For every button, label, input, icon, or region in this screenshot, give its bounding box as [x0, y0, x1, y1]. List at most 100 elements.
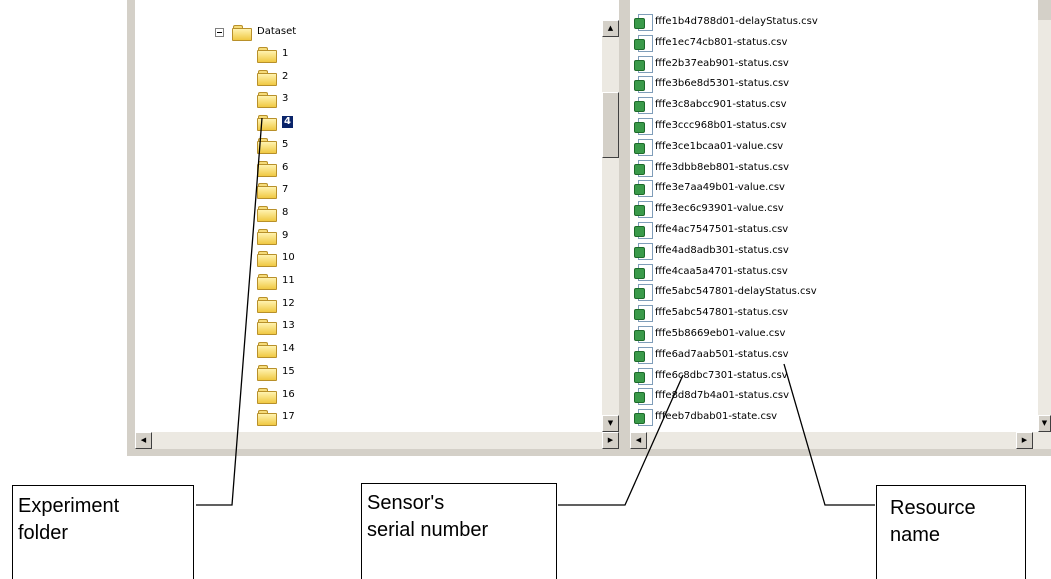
tree-item-folder[interactable]: 7 — [257, 180, 288, 200]
tree-item-folder[interactable]: 6 — [257, 158, 288, 178]
file-list-item[interactable]: fffe3ec6c93901-value.csv — [634, 200, 784, 219]
folder-icon — [257, 274, 277, 290]
file-name: fffe4caa5a4701-status.csv — [655, 265, 788, 277]
csv-file-icon — [634, 305, 653, 323]
tree-item-label: 6 — [282, 161, 289, 173]
csv-file-icon — [634, 138, 653, 156]
file-list-item[interactable]: fffe2b37eab901-status.csv — [634, 55, 789, 73]
tree-item-label: 12 — [282, 297, 295, 309]
file-list-item[interactable]: fffe3dbb8eb801-status.csv — [634, 159, 789, 177]
file-name: fffe4ad8adb301-status.csv — [655, 244, 789, 256]
tree-item-folder[interactable]: 8 — [257, 203, 288, 223]
scroll-down-button[interactable]: ▼ — [1038, 415, 1051, 432]
file-name: fffe6ad7aab501-status.csv — [655, 348, 789, 360]
tree-item-label: 2 — [282, 70, 289, 82]
file-list-item[interactable]: fffe1b4d788d01-delayStatus.csv — [634, 13, 818, 31]
file-name: fffe6c8dbc7301-status.csv — [655, 369, 788, 381]
callout-experiment-folder-text: Experiment folder — [18, 495, 120, 544]
tree-item-folder[interactable]: 5 — [257, 135, 288, 155]
csv-file-icon — [634, 14, 653, 31]
tree-item-folder[interactable]: 9 — [257, 226, 288, 246]
scroll-right-button[interactable]: ▶ — [602, 432, 619, 449]
file-name: fffe3ce1bcaa01-value.csv — [655, 140, 784, 152]
file-name: fffe3ccc968b01-status.csv — [655, 120, 787, 131]
folder-icon — [257, 251, 277, 268]
file-name: fffe5b8669eb01-value.csv — [655, 328, 786, 339]
file-list-item[interactable]: fffe3e7aa49b01-value.csv — [634, 179, 785, 198]
csv-file-icon — [634, 118, 653, 135]
file-list-pane: fffe1b4d788d01-delayStatus.csv fffe1ec74c… — [630, 0, 1038, 432]
file-list-item[interactable]: fffe3ce1bcaa01-value.csv — [634, 138, 783, 156]
file-list-item[interactable]: fffe3b6e8d5301-status.csv — [634, 75, 789, 94]
folder-icon — [257, 47, 277, 63]
tree-item-folder[interactable]: 4 — [257, 112, 293, 132]
scroll-left-button[interactable]: ◀ — [135, 432, 152, 449]
file-list-item[interactable]: fffe4ad8adb301-status.csv — [634, 242, 789, 260]
tree-item-folder[interactable]: 16 — [257, 385, 295, 405]
collapse-minus-icon[interactable] — [215, 27, 224, 37]
csv-file-icon — [634, 263, 653, 281]
tree-item-folder[interactable]: 17 — [257, 407, 295, 427]
file-list-item[interactable]: fffe5abc547801-status.csv — [634, 304, 789, 323]
scroll-down-button[interactable]: ▼ — [602, 415, 619, 432]
csv-file-icon — [634, 201, 653, 219]
tree-item-folder[interactable]: 3 — [257, 89, 288, 109]
csv-file-icon — [634, 180, 653, 198]
tree-item-label: 15 — [282, 365, 295, 377]
folder-icon — [257, 69, 277, 86]
tree-item-folder[interactable]: 12 — [257, 294, 295, 314]
tree-item-folder[interactable]: 15 — [257, 362, 295, 382]
file-name: fffe4ac7547501-status.csv — [655, 224, 789, 235]
tree-item-dataset[interactable]: Dataset — [215, 22, 296, 42]
folder-icon — [257, 296, 277, 313]
file-name: fffe3ec6c93901-value.csv — [655, 203, 784, 215]
tree-item-label: 10 — [282, 252, 295, 264]
tree-item-label: 9 — [282, 229, 289, 241]
scroll-up-button[interactable]: ▲ — [602, 20, 619, 37]
folder-icon — [257, 160, 277, 177]
folder-icon — [232, 25, 252, 41]
file-name: fffe2b37eab901-status.csv — [655, 57, 789, 69]
file-list-item[interactable]: fffe3c8abcc901-status.csv — [634, 96, 786, 115]
file-list-item[interactable]: fffe5abc547801-delayStatus.csv — [634, 283, 817, 302]
tree-item-label: 11 — [282, 275, 295, 286]
file-list-item[interactable]: fffe6ad7aab501-status.csv — [634, 346, 789, 364]
scroll-right-button[interactable]: ▶ — [1016, 432, 1033, 449]
csv-file-icon — [634, 388, 653, 406]
csv-file-icon — [634, 284, 653, 302]
csv-file-icon — [634, 55, 653, 73]
file-list-item[interactable]: fffe3ccc968b01-status.csv — [634, 117, 787, 135]
file-list-item[interactable]: fffe8d8d7b4a01-status.csv — [634, 387, 789, 406]
tree-item-label: 16 — [282, 388, 295, 400]
csv-file-icon — [634, 34, 653, 52]
files-horizontal-scrollbar[interactable]: ◀ ▶ — [630, 432, 1051, 449]
tree-item-label: 5 — [282, 138, 289, 150]
tree-item-label: 1 — [282, 48, 289, 59]
tree-item-folder[interactable]: 11 — [257, 271, 295, 291]
file-list-item[interactable]: fffe4caa5a4701-status.csv — [634, 263, 788, 281]
tree-vertical-scrollbar[interactable]: ▲ ▼ — [602, 20, 619, 432]
csv-file-icon — [634, 367, 653, 385]
tree-item-label: 4 — [282, 116, 293, 129]
file-name: fffe3dbb8eb801-status.csv — [655, 161, 790, 173]
file-list-item[interactable]: fffe5b8669eb01-value.csv — [634, 325, 785, 343]
file-list-item[interactable]: fffe4ac7547501-status.csv — [634, 221, 788, 239]
file-name: fffe5abc547801-status.csv — [655, 307, 789, 319]
csv-file-icon — [634, 97, 653, 115]
csv-file-icon — [634, 242, 653, 260]
file-list-item[interactable]: fffe1ec74cb801-status.csv — [634, 34, 787, 52]
tree-item-folder[interactable]: 1 — [257, 44, 288, 64]
tree-item-folder[interactable]: 10 — [257, 248, 295, 268]
tree-horizontal-scrollbar[interactable]: ◀ ▶ — [135, 432, 619, 449]
file-list-item[interactable]: fffeeb7dbab01-state.csv — [634, 408, 777, 427]
scroll-left-button[interactable]: ◀ — [630, 432, 647, 449]
tree-item-folder[interactable]: 14 — [257, 339, 295, 359]
tree-item-folder[interactable]: 13 — [257, 316, 295, 336]
folder-icon — [257, 205, 277, 222]
tree-item-folder[interactable]: 2 — [257, 67, 288, 87]
tree-item-label: 3 — [282, 93, 289, 105]
files-vertical-scrollbar[interactable]: ▼ — [1038, 20, 1051, 432]
callout-serial-number-text: Sensor's serial number — [367, 492, 489, 541]
scroll-thumb[interactable] — [602, 92, 619, 158]
file-list-item[interactable]: fffe6c8dbc7301-status.csv — [634, 367, 788, 385]
